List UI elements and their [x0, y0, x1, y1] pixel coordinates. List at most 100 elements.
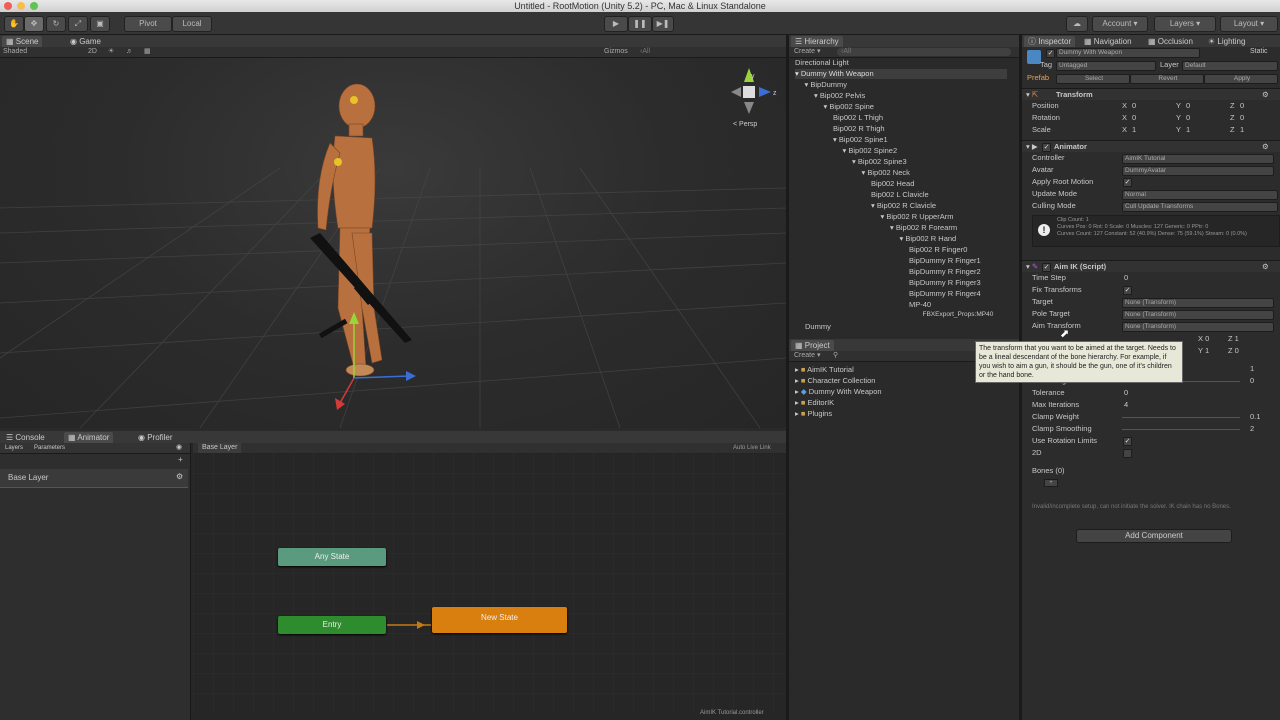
hierarchy-item[interactable]: ▾ Bip002 Spine1	[833, 135, 888, 145]
pole-axis-z-value[interactable]: Z 0	[1228, 346, 1239, 356]
tab-layers[interactable]: Layers	[5, 443, 23, 453]
lighting-toggle-icon[interactable]: ☀	[108, 47, 114, 57]
gizmos-dropdown[interactable]: Gizmos	[604, 47, 628, 57]
new-state-node[interactable]: New State	[432, 607, 567, 633]
tab-navigation[interactable]: ▦ Navigation	[1080, 36, 1136, 47]
position-z-field[interactable]: 0	[1240, 101, 1244, 111]
scale-x-label[interactable]: X	[1122, 125, 1127, 135]
prefab-revert-button[interactable]: Revert	[1130, 74, 1204, 84]
prefab-select-button[interactable]: Select	[1056, 74, 1130, 84]
hierarchy-item[interactable]: ▾ Bip002 Spine2	[843, 146, 898, 156]
pivot-toggle[interactable]: Pivot	[124, 16, 172, 32]
hierarchy-item[interactable]: BipDummy R Finger4	[909, 289, 981, 299]
prefab-apply-button[interactable]: Apply	[1204, 74, 1278, 84]
scene-viewport[interactable]: y z < Persp	[0, 58, 786, 428]
layers-dropdown[interactable]: Layers ▾	[1154, 16, 1216, 32]
hierarchy-item[interactable]: Bip002 L Clavicle	[871, 190, 929, 200]
close-window-button[interactable]	[4, 2, 12, 10]
hierarchy-item[interactable]: FBXExport_Props:MP40	[923, 310, 994, 320]
rotation-limits-checkbox[interactable]: ✓	[1123, 437, 1132, 446]
project-prefab[interactable]: ▸ ◆ Dummy With Weapon	[795, 387, 882, 397]
scale-y-field[interactable]: 1	[1186, 125, 1190, 135]
position-y-label[interactable]: Y	[1176, 101, 1181, 111]
project-folder[interactable]: ▸ ■ Plugins	[795, 409, 832, 419]
aimik-header[interactable]: ▾ ✎ ✓ Aim IK (Script) ⚙	[1022, 260, 1280, 272]
animator-header[interactable]: ▾ ▶ ✓ Animator ⚙	[1022, 140, 1280, 152]
clamp-weight-slider[interactable]	[1122, 417, 1240, 418]
hierarchy-item[interactable]: Bip002 L Thigh	[833, 113, 883, 123]
account-dropdown[interactable]: Account ▾	[1092, 16, 1148, 32]
hierarchy-item[interactable]: ▾ Bip002 R Clavicle	[871, 201, 936, 211]
audio-toggle-icon[interactable]: ♬	[126, 47, 133, 57]
clamp-smoothing-slider[interactable]	[1122, 429, 1240, 430]
scale-z-field[interactable]: 1	[1240, 125, 1244, 135]
local-toggle[interactable]: Local	[172, 16, 212, 32]
rotation-z-label[interactable]: Z	[1230, 113, 1235, 123]
hierarchy-item[interactable]: ▾ Bip002 R UpperArm	[881, 212, 954, 222]
tab-animator[interactable]: ▦ Animator	[64, 432, 114, 443]
hierarchy-item[interactable]: ▾ BipDummy	[805, 80, 848, 90]
hierarchy-item[interactable]: ▾ Bip002 Pelvis	[814, 91, 865, 101]
scale-x-field[interactable]: 1	[1132, 125, 1136, 135]
layout-dropdown[interactable]: Layout ▾	[1220, 16, 1278, 32]
axis-z-value[interactable]: Z 1	[1228, 334, 1239, 344]
rect-tool-icon[interactable]: ▣	[90, 16, 110, 32]
hierarchy-item[interactable]: Bip002 R Finger0	[909, 245, 967, 255]
clamp-smoothing-value[interactable]: 2	[1250, 424, 1254, 434]
hand-tool-icon[interactable]: ✋	[4, 16, 24, 32]
pole-axis-y-value[interactable]: Y 1	[1198, 346, 1209, 356]
tag-dropdown[interactable]: Untagged	[1056, 61, 1156, 71]
tolerance-field[interactable]: 0	[1124, 388, 1128, 398]
weight-value[interactable]: 1	[1250, 364, 1254, 374]
target-field[interactable]: None (Transform)	[1122, 298, 1274, 308]
project-folder[interactable]: ▸ ■ EditorIK	[795, 398, 834, 408]
controller-field[interactable]: AimIK Tutorial	[1122, 154, 1274, 164]
any-state-node[interactable]: Any State	[278, 548, 386, 566]
hierarchy-item[interactable]: ▾ Bip002 R Hand	[900, 234, 957, 244]
tab-project[interactable]: ▦ Project	[791, 340, 834, 351]
zoom-window-button[interactable]	[30, 2, 38, 10]
layer-dropdown[interactable]: Default	[1182, 61, 1278, 71]
max-iterations-field[interactable]: 4	[1124, 400, 1128, 410]
tab-inspector[interactable]: ⓘ Inspector	[1024, 36, 1076, 47]
culling-mode-dropdown[interactable]: Cull Update Transforms	[1122, 202, 1278, 212]
hierarchy-item[interactable]: ▾ Bip002 R Forearm	[890, 223, 957, 233]
tab-scene[interactable]: ▦ Scene	[2, 36, 43, 47]
cloud-icon[interactable]: ☁	[1066, 16, 1088, 32]
update-mode-dropdown[interactable]: Normal	[1122, 190, 1278, 200]
projection-label[interactable]: < Persp	[733, 121, 757, 128]
rotation-x-label[interactable]: X	[1122, 113, 1127, 123]
aimik-settings-icon[interactable]: ⚙	[1262, 262, 1269, 272]
transform-settings-icon[interactable]: ⚙	[1262, 90, 1269, 100]
effects-toggle-icon[interactable]: ▦	[144, 47, 151, 57]
add-component-button[interactable]: Add Component	[1076, 529, 1232, 543]
rotate-tool-icon[interactable]: ↻	[46, 16, 66, 32]
active-checkbox[interactable]: ✓	[1046, 49, 1055, 58]
apply-root-motion-checkbox[interactable]: ✓	[1123, 178, 1132, 187]
scale-y-label[interactable]: Y	[1176, 125, 1181, 135]
breadcrumb[interactable]: Base Layer	[198, 443, 242, 453]
2d-toggle[interactable]: 2D	[88, 47, 97, 57]
rotation-x-field[interactable]: 0	[1132, 113, 1136, 123]
position-y-field[interactable]: 0	[1186, 101, 1190, 111]
pole-weight-value[interactable]: 0	[1250, 376, 1254, 386]
hierarchy-item[interactable]: ▾ Bip002 Spine3	[852, 157, 907, 167]
minimize-window-button[interactable]	[17, 2, 25, 10]
base-layer-item[interactable]: Base Layer ⚙	[0, 469, 188, 488]
auto-live-link-toggle[interactable]: Auto Live Link	[733, 443, 771, 453]
hierarchy-item[interactable]: ▾ Bip002 Spine	[824, 102, 874, 112]
hierarchy-create-button[interactable]: Create ▾	[794, 47, 820, 57]
axis-x-value[interactable]: X 0	[1198, 334, 1209, 344]
transform-header[interactable]: ▾ ⇱ Transform ⚙	[1022, 88, 1280, 100]
hierarchy-item[interactable]: BipDummy R Finger1	[909, 256, 981, 266]
clamp-weight-value[interactable]: 0.1	[1250, 412, 1260, 422]
tab-profiler[interactable]: ◉ Profiler	[134, 432, 177, 443]
project-create-button[interactable]: Create ▾	[794, 351, 820, 361]
position-x-label[interactable]: X	[1122, 101, 1127, 111]
hierarchy-item[interactable]: BipDummy R Finger2	[909, 267, 981, 277]
project-folder[interactable]: ▸ ■ Character Collection	[795, 376, 875, 386]
visibility-eye-icon[interactable]: ◉	[176, 443, 182, 453]
project-folder[interactable]: ▸ ■ AimIK Tutorial	[795, 365, 854, 375]
project-search-icon[interactable]: ⚲	[833, 351, 838, 361]
rotation-y-label[interactable]: Y	[1176, 113, 1181, 123]
